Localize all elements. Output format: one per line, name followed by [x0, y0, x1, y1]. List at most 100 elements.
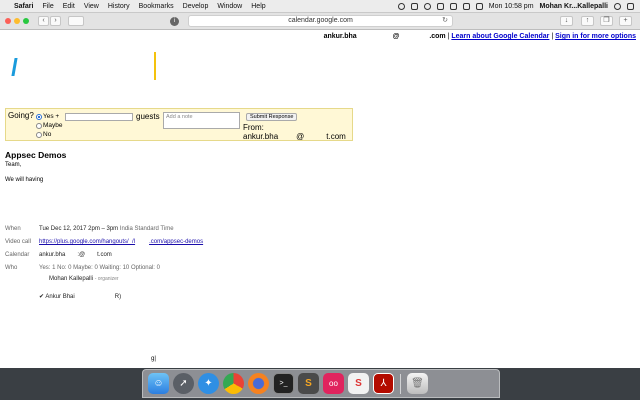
when-value: Tue Dec 12, 2017 2pm – 3pm India Standar… — [39, 226, 174, 232]
volume-icon[interactable] — [462, 2, 470, 10]
menu-app-name[interactable]: Safari — [14, 3, 33, 10]
organizer-name: Mohan Kallepalli — [49, 276, 94, 282]
rsvp-maybe-option[interactable]: Maybe — [36, 122, 63, 129]
close-window-icon[interactable] — [5, 18, 11, 24]
dock-separator — [400, 373, 401, 394]
display-status-icon[interactable] — [410, 2, 418, 10]
menu-help[interactable]: Help — [251, 3, 265, 10]
calendar-label: Calendar — [5, 252, 30, 258]
learn-about-link[interactable]: Learn about Google Calendar — [451, 33, 549, 40]
flickr-icon[interactable]: oo — [323, 373, 344, 394]
downloads-icon[interactable]: ↓ — [560, 16, 573, 26]
rsvp-no-option[interactable]: No — [36, 131, 51, 138]
terminal-icon[interactable]: >_ — [273, 373, 294, 394]
safari-icon[interactable]: ✦ — [198, 373, 219, 394]
when-label: When — [5, 226, 21, 232]
account-domain: .com — [429, 33, 446, 40]
menu-develop[interactable]: Develop — [183, 3, 209, 10]
url-text: calendar.google.com — [288, 17, 353, 24]
chrome-icon[interactable] — [223, 373, 244, 394]
new-tab-button[interactable]: + — [619, 16, 632, 26]
maybe-label: Maybe — [43, 122, 63, 129]
zoom-window-icon[interactable] — [23, 18, 29, 24]
finder-icon[interactable]: ☺ — [148, 373, 169, 394]
clock-text[interactable]: Mon 10:58 pm — [489, 3, 534, 10]
who-counts: Yes: 1 No: 0 Maybe: 0 Waiting: 10 Option… — [39, 265, 160, 271]
reload-icon[interactable]: ↻ — [442, 16, 448, 26]
guests-count-input[interactable] — [65, 113, 133, 121]
menu-history[interactable]: History — [108, 3, 130, 10]
window-controls — [5, 18, 29, 24]
menu-bookmarks[interactable]: Bookmarks — [139, 3, 174, 10]
menu-file[interactable]: File — [42, 3, 53, 10]
attendee-entry: ✔ Ankur Bhai R) — [39, 293, 121, 300]
calendar-page: ankur.bha @ .com | Learn about Google Ca… — [0, 30, 640, 368]
from-user: ankur.bha — [243, 132, 279, 141]
sketchbook-icon[interactable]: S — [348, 373, 369, 394]
back-button[interactable]: ‹ — [38, 16, 49, 26]
wifi-icon[interactable] — [449, 2, 457, 10]
calendar-domain: t.com — [97, 252, 112, 258]
account-user: ankur.bha — [323, 33, 357, 40]
who-label: Who — [5, 265, 18, 271]
clock-status-icon[interactable] — [397, 2, 405, 10]
rsvp-yes-option[interactable]: Yes + — [36, 113, 59, 120]
from-label: From: — [243, 123, 264, 132]
battery-icon[interactable] — [475, 2, 483, 10]
yes-radio-icon[interactable] — [36, 113, 42, 120]
forward-button[interactable]: › — [50, 16, 61, 26]
spotlight-icon[interactable] — [614, 2, 621, 10]
bottom-text-fragment: g| — [151, 356, 156, 362]
submit-response-button[interactable]: Submit Response — [246, 113, 298, 121]
menu-bar: Safari File Edit View History Bookmarks … — [0, 0, 640, 13]
notification-center-icon[interactable] — [627, 2, 634, 10]
user-name[interactable]: Mohan Kr...Kallepalli — [540, 3, 608, 10]
trash-icon[interactable]: 🗑 — [407, 373, 428, 394]
note-textarea[interactable]: Add a note — [163, 112, 240, 129]
from-at: @ — [296, 132, 305, 141]
menu-window[interactable]: Window — [217, 3, 242, 10]
share-icon[interactable]: ↑ — [581, 16, 594, 26]
sidebar-toggle-icon[interactable] — [68, 16, 84, 26]
safari-toolbar: ‹ › i calendar.google.com ↻ ↓ ↑ ❐ + — [0, 13, 640, 30]
sublime-icon[interactable]: S — [298, 373, 319, 394]
going-label: Going? — [8, 111, 34, 120]
event-description-line2: We will having — [5, 177, 44, 183]
event-title: Appsec Demos — [5, 150, 67, 160]
calendar-logo-blue-mark — [11, 58, 18, 76]
maybe-radio-icon[interactable] — [36, 122, 42, 129]
organizer-entry: Mohan Kallepalli - organizer — [49, 276, 119, 282]
no-label: No — [43, 131, 52, 138]
account-links: ankur.bha @ .com | Learn about Google Ca… — [323, 33, 636, 40]
calendar-user: ankur.bha — [39, 252, 66, 258]
power-status-icon[interactable] — [423, 2, 431, 10]
calendar-at: :@ — [77, 252, 86, 258]
acrobat-icon[interactable]: ⅄ — [373, 373, 394, 394]
when-datetime: Tue Dec 12, 2017 2pm – 3pm — [39, 226, 119, 232]
privacy-report-icon[interactable]: i — [170, 17, 179, 26]
address-bar[interactable]: calendar.google.com ↻ — [188, 15, 453, 27]
attendee-suffix: R) — [114, 294, 122, 300]
sync-status-icon[interactable] — [436, 2, 444, 10]
calendar-logo-yellow-mark — [154, 52, 156, 80]
organizer-tag: - organizer — [94, 276, 119, 282]
no-radio-icon[interactable] — [36, 131, 42, 138]
guests-label: guests — [136, 112, 160, 121]
menu-view[interactable]: View — [84, 3, 99, 10]
minimize-window-icon[interactable] — [14, 18, 20, 24]
event-description-line1: Team, — [5, 162, 22, 168]
launchpad-icon[interactable]: ➚ — [173, 373, 194, 394]
firefox-icon[interactable] — [248, 373, 269, 394]
yes-label: Yes + — [43, 113, 60, 120]
sign-in-link[interactable]: Sign in for more options — [555, 33, 636, 40]
menu-edit[interactable]: Edit — [63, 3, 75, 10]
video-call-label: Video call — [5, 239, 31, 245]
video-call-value: https://plus.google.com/hangouts/_/l .com… — [39, 239, 203, 245]
calendar-value: ankur.bha :@ t.com — [39, 252, 112, 258]
attendee-name: Ankur Bhai — [45, 294, 75, 300]
dock: ☺ ➚ ✦ >_ S oo S ⅄ 🗑 — [142, 369, 500, 398]
video-call-link[interactable]: https://plus.google.com/hangouts/_/l .com… — [39, 239, 203, 245]
tabs-overview-icon[interactable]: ❐ — [600, 16, 613, 26]
when-timezone: India Standard Time — [119, 226, 174, 232]
from-block: From: ankur.bha @ t.com — [243, 123, 346, 141]
